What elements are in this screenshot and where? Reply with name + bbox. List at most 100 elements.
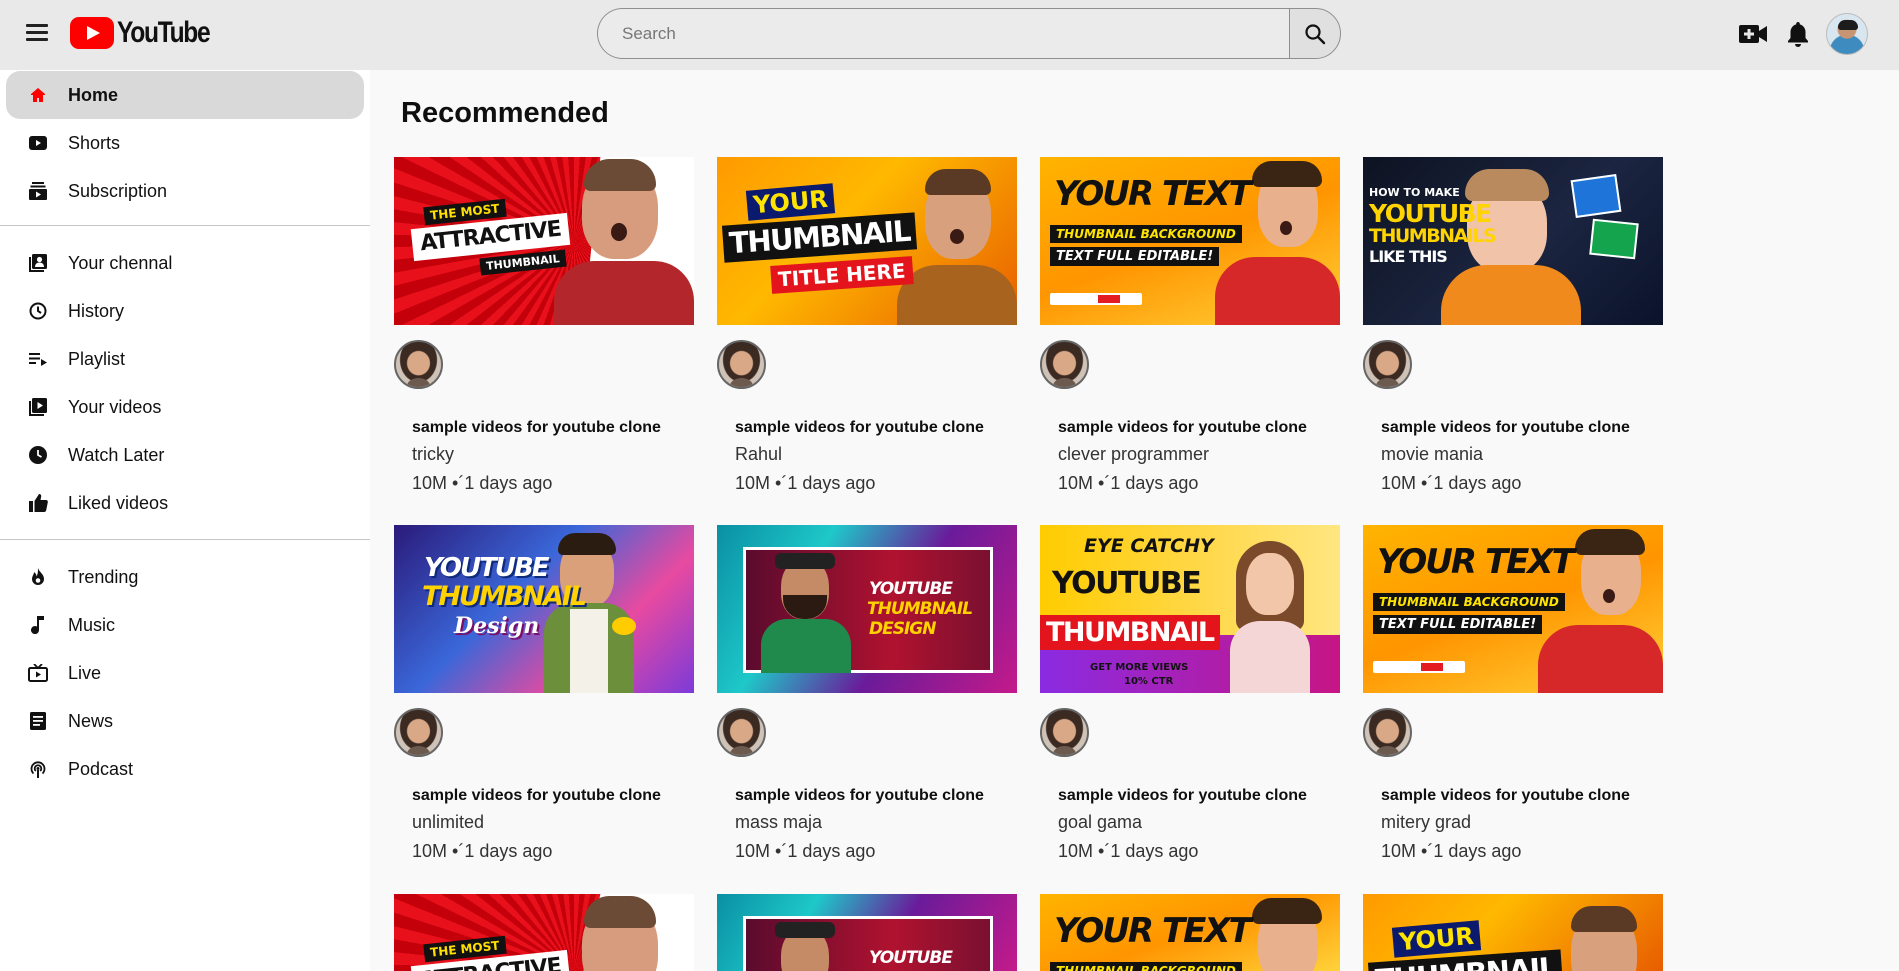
video-card[interactable]: HOW TO MAKE YOUTUBE THUMBNAILS LIKE THIS… [1363,157,1663,497]
video-title[interactable]: sample videos for youtube clone [735,787,984,805]
video-card[interactable]: YOUR THUMBNAIL TITLE HERE sample videos … [717,157,1017,497]
sidebar-divider [0,539,370,540]
sidebar-item-label: Home [68,84,119,105]
sidebar-item-playlist[interactable]: Playlist [6,335,364,383]
video-thumbnail[interactable]: HOW TO MAKE YOUTUBE THUMBNAILS LIKE THIS [1363,157,1663,325]
video-thumbnail[interactable]: YOUR TEXT THUMBNAIL BACKGROUND TEXT FULL… [1363,525,1663,693]
video-title[interactable]: sample videos for youtube clone [1058,787,1307,805]
channel-avatar[interactable] [1363,340,1412,389]
sidebar-item-watch-later[interactable]: Watch Later [6,431,364,479]
video-title[interactable]: sample videos for youtube clone [412,419,661,437]
top-bar: YouTube [0,0,1899,70]
video-thumbnail[interactable]: YOUTUBE THUMBNAIL Design [394,525,694,693]
video-title[interactable]: sample videos for youtube clone [412,787,661,805]
search-button[interactable] [1289,8,1341,59]
news-icon [28,711,48,731]
sidebar-item-news[interactable]: News [6,697,364,745]
sidebar-item-podcast[interactable]: Podcast [6,745,364,793]
thumbnail-text: YOUR [745,183,836,221]
video-card[interactable]: YOUTUBE [717,894,1017,971]
video-thumbnail[interactable]: EYE CATCHY YOUTUBE THUMBNAIL GET MORE VI… [1040,525,1340,693]
video-title[interactable]: sample videos for youtube clone [1381,419,1630,437]
sidebar-item-label: History [68,300,125,321]
thumbnail-text: Design [454,613,540,639]
thumbnail-text: YOUR TEXT [1377,542,1575,582]
sidebar-item-music[interactable]: Music [6,601,364,649]
video-thumbnail[interactable]: YOUR THUMBNAIL [1363,894,1663,971]
notifications-button[interactable] [1782,18,1814,50]
youtube-logo[interactable]: YouTube [70,16,230,50]
channel-avatar[interactable] [717,340,766,389]
channel-name[interactable]: goal gama [1058,812,1142,833]
music-icon [28,615,48,635]
channel-avatar[interactable] [1363,708,1412,757]
sidebar-item-shorts[interactable]: Shorts [6,119,364,167]
video-meta: 10M •´1 days ago [735,473,876,493]
channel-name[interactable]: Rahul [735,444,782,465]
video-thumbnail[interactable]: YOUR TEXT THUMBNAIL BACKGROUND TEXT FULL… [1040,157,1340,325]
search-icon [1305,23,1326,44]
video-thumbnail[interactable]: THE MOST ATTRACTIVE THUMBNAIL [394,157,694,325]
main-content: Recommended THE MOST ATTRACTIVE THUMBNAI… [370,70,1899,971]
channel-name[interactable]: mass maja [735,812,822,833]
video-card[interactable]: THE MOST ATTRACTIVE THUMBNAIL sample vid… [394,157,694,497]
video-card[interactable]: YOUR THUMBNAIL [1363,894,1663,971]
channel-avatar[interactable] [1040,340,1089,389]
sidebar-item-live[interactable]: Live [6,649,364,697]
video-title[interactable]: sample videos for youtube clone [1058,419,1307,437]
sidebar-item-your-channel[interactable]: Your chennal [6,239,364,287]
sidebar-item-subscription[interactable]: Subscription [6,167,364,215]
video-thumbnail[interactable]: YOUTUBE THUMBNAIL DESIGN [717,525,1017,693]
channel-avatar[interactable] [394,340,443,389]
sidebar-item-label: Your videos [68,396,162,417]
create-video-button[interactable] [1737,18,1769,50]
video-meta: 10M •´1 days ago [1381,473,1522,493]
video-thumbnail[interactable]: THE MOST ATTRACTIVE [394,894,694,971]
video-card[interactable]: YOUTUBE THUMBNAIL Design sample videos f… [394,525,694,865]
sidebar-item-label: Your chennal [68,252,173,273]
video-thumbnail[interactable]: YOUR TEXT THUMBNAIL BACKGROUND [1040,894,1340,971]
video-card[interactable]: THE MOST ATTRACTIVE [394,894,694,971]
video-card[interactable]: YOUR TEXT THUMBNAIL BACKGROUND TEXT FULL… [1040,157,1340,497]
video-card[interactable]: EYE CATCHY YOUTUBE THUMBNAIL GET MORE VI… [1040,525,1340,865]
channel-name[interactable]: unlimited [412,812,484,833]
video-card[interactable]: YOUTUBE THUMBNAIL DESIGN sample videos f… [717,525,1017,865]
thumbnail-text: YOUTUBE [424,553,550,583]
section-title: Recommended [401,97,609,129]
video-title[interactable]: sample videos for youtube clone [1381,787,1630,805]
subscriptions-icon [28,181,48,201]
podcast-icon [28,759,48,779]
thumbnail-text: YOUTUBE [1369,199,1492,228]
sidebar-divider [0,225,370,226]
user-avatar[interactable] [1826,13,1868,55]
video-card[interactable]: YOUR TEXT THUMBNAIL BACKGROUND [1040,894,1340,971]
video-thumbnail[interactable]: YOUTUBE [717,894,1017,971]
sidebar-item-liked-videos[interactable]: Liked videos [6,479,364,527]
channel-avatar[interactable] [394,708,443,757]
channel-name[interactable]: tricky [412,444,454,465]
channel-name[interactable]: movie mania [1381,444,1483,465]
hamburger-menu-icon[interactable] [24,20,50,46]
video-meta: 10M •´1 days ago [1058,841,1199,861]
sidebar-item-your-videos[interactable]: Your videos [6,383,364,431]
sidebar-item-trending[interactable]: Trending [6,553,364,601]
video-meta: 10M •´1 days ago [412,841,553,861]
thumbnail-text: THUMBNAIL [479,249,567,276]
channel-avatar[interactable] [717,708,766,757]
channel-name[interactable]: clever programmer [1058,444,1209,465]
video-title[interactable]: sample videos for youtube clone [735,419,984,437]
sidebar-item-label: Live [68,662,102,683]
search-input[interactable] [597,8,1289,59]
channel-avatar[interactable] [1040,708,1089,757]
home-icon [28,85,48,105]
thumbnail-text: THUMBNAIL [1040,615,1220,650]
channel-name[interactable]: mitery grad [1381,812,1471,833]
sidebar-item-history[interactable]: History [6,287,364,335]
search-bar [597,8,1341,59]
video-thumbnail[interactable]: YOUR THUMBNAIL TITLE HERE [717,157,1017,325]
video-card[interactable]: YOUR TEXT THUMBNAIL BACKGROUND TEXT FULL… [1363,525,1663,865]
thumbnail-text: GET MORE VIEWS [1090,662,1189,673]
thumbnail-text: TEXT FULL EDITABLE! [1373,615,1543,634]
sidebar-item-home[interactable]: Home [6,71,364,119]
sidebar-item-label: Trending [68,566,139,587]
